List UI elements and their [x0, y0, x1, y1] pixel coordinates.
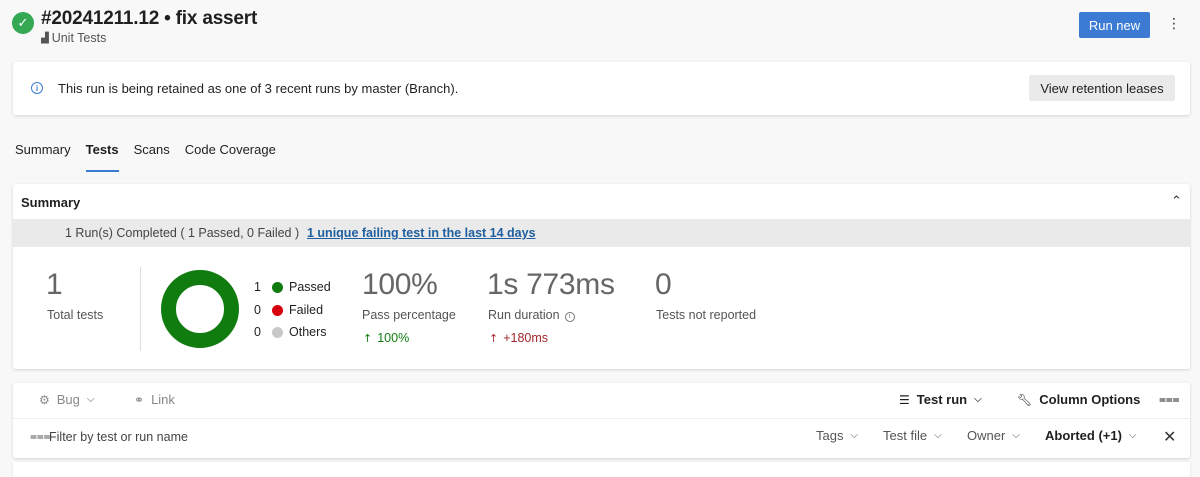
- bug-icon: ⚙: [39, 392, 50, 407]
- others-count: 0: [254, 325, 261, 339]
- divider: [140, 267, 141, 351]
- outcome-donut-chart: [161, 270, 239, 348]
- others-label: Others: [289, 325, 327, 339]
- pass-percentage-delta-value: 100%: [377, 331, 410, 345]
- owner-filter-label: Owner: [967, 428, 1006, 443]
- close-icon[interactable]: ✕: [1163, 427, 1176, 446]
- link-button[interactable]: ⚭ Link: [134, 392, 175, 407]
- summary-title: Summary: [21, 195, 81, 210]
- passed-count: 1: [254, 280, 261, 294]
- passed-label: Passed: [289, 280, 331, 294]
- column-options-label: Column Options: [1039, 392, 1141, 407]
- chevron-up-icon[interactable]: ⌃: [1171, 194, 1182, 209]
- pass-percentage-label: Pass percentage: [362, 308, 456, 322]
- outcome-filter[interactable]: Aborted (+1) ⌵: [1045, 428, 1137, 443]
- wrench-icon: 🔧︎: [1017, 392, 1033, 407]
- donut-passed-segment: [161, 270, 239, 348]
- run-header: ✓ #20241211.12 • fix assert ▟ Unit Tests…: [0, 0, 1200, 58]
- chevron-down-icon: ⌵: [934, 430, 942, 441]
- bug-button[interactable]: ⚙ Bug ⌵: [39, 392, 95, 407]
- pipeline-icon: ▟: [41, 32, 49, 44]
- link-icon: ⚭: [134, 392, 145, 407]
- filter-icon: ⩶: [1159, 392, 1180, 406]
- passed-dot: [272, 281, 283, 293]
- arrow-up-icon: ↑: [489, 331, 499, 345]
- legend-passed: 1 Passed: [254, 280, 331, 294]
- run-duration-delta: ↑ +180ms: [489, 331, 548, 345]
- pipeline-name: Unit Tests: [51, 31, 107, 45]
- tab-code-coverage[interactable]: Code Coverage: [185, 142, 276, 172]
- tags-filter[interactable]: Tags ⌵: [816, 428, 858, 443]
- tests-toolbar-card: ⚙ Bug ⌵ ⚭ Link ☰ Test run ⌵ 🔧︎ Column Op…: [13, 383, 1190, 458]
- not-reported-value: 0: [655, 268, 672, 301]
- bug-label: Bug: [56, 392, 80, 407]
- summary-card: Summary ⌃ 1 Run(s) Completed ( 1 Passed,…: [13, 184, 1190, 369]
- failed-count: 0: [254, 303, 261, 317]
- chevron-down-icon: ⌵: [850, 430, 859, 441]
- link-label: Link: [151, 392, 175, 407]
- pass-percentage-delta: ↑ 100%: [363, 331, 409, 345]
- retention-banner: i This run is being retained as one of 3…: [13, 62, 1190, 115]
- run-summary-bar: 1 Run(s) Completed ( 1 Passed, 0 Failed …: [13, 219, 1190, 247]
- list-icon: ☰: [899, 392, 910, 407]
- run-duration-delta-value: +180ms: [503, 331, 549, 345]
- failed-dot: [272, 304, 283, 316]
- column-options-button[interactable]: 🔧︎ Column Options: [1017, 392, 1140, 407]
- chevron-down-icon: ⌵: [86, 394, 95, 405]
- run-new-button[interactable]: Run new: [1079, 12, 1150, 38]
- runs-completed-text: 1 Run(s) Completed ( 1 Passed, 0 Failed …: [65, 226, 300, 240]
- arrow-up-icon: ↑: [363, 331, 373, 345]
- more-vertical-icon[interactable]: ⋮: [1164, 13, 1184, 35]
- filter-toggle[interactable]: ⩶: [1159, 392, 1180, 407]
- run-duration-label-wrap: Run duration i: [488, 308, 575, 322]
- run-duration-label: Run duration: [488, 308, 560, 322]
- run-duration-value: 1s 773ms: [487, 268, 615, 301]
- not-reported-label: Tests not reported: [656, 308, 757, 322]
- failed-label: Failed: [289, 303, 324, 317]
- filter-search-input[interactable]: [49, 427, 349, 447]
- test-run-label: Test run: [916, 392, 968, 407]
- info-icon: i: [31, 82, 43, 94]
- results-grid-top: [13, 462, 1190, 477]
- chevron-down-icon: ⌵: [1128, 430, 1137, 441]
- banner-message: This run is being retained as one of 3 r…: [58, 81, 459, 96]
- tab-bar: Summary Tests Scans Code Coverage: [15, 142, 291, 172]
- outcome-filter-label: Aborted (+1): [1045, 428, 1122, 443]
- test-run-grouping[interactable]: ☰ Test run ⌵: [899, 392, 982, 407]
- divider: [13, 418, 1190, 419]
- test-file-filter[interactable]: Test file ⌵: [883, 428, 942, 443]
- pass-percentage-value: 100%: [362, 268, 438, 301]
- view-retention-leases-button[interactable]: View retention leases: [1029, 75, 1175, 101]
- run-title: #20241211.12 • fix assert: [41, 8, 258, 29]
- chevron-down-icon: ⌵: [974, 394, 982, 405]
- total-tests-label: Total tests: [47, 308, 104, 322]
- tags-filter-label: Tags: [816, 428, 844, 443]
- filter-icon: ⩶: [30, 429, 51, 443]
- pipeline-link[interactable]: ▟ Unit Tests: [41, 31, 106, 45]
- test-file-filter-label: Test file: [883, 428, 928, 443]
- tab-scans[interactable]: Scans: [134, 142, 170, 172]
- info-icon[interactable]: i: [564, 311, 575, 322]
- legend-others: 0 Others: [254, 325, 327, 339]
- legend-failed: 0 Failed: [254, 303, 323, 317]
- success-check-icon: ✓: [12, 12, 34, 34]
- total-tests-value: 1: [46, 268, 63, 301]
- tab-tests[interactable]: Tests: [85, 142, 119, 172]
- tab-summary[interactable]: Summary: [15, 142, 71, 172]
- failing-test-link[interactable]: 1 unique failing test in the last 14 day…: [307, 226, 536, 240]
- owner-filter[interactable]: Owner ⌵: [967, 428, 1020, 443]
- others-dot: [272, 326, 283, 338]
- chevron-down-icon: ⌵: [1012, 430, 1020, 441]
